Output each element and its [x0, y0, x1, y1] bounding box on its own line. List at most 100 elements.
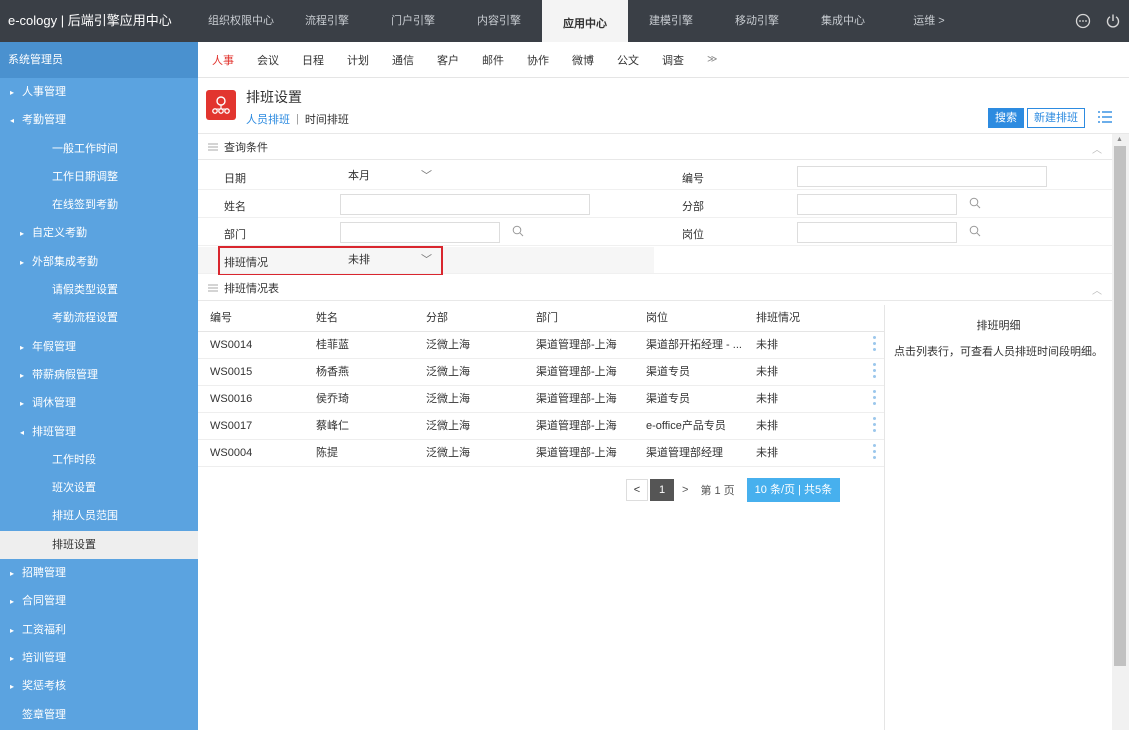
subnav-tab[interactable]: 邮件 — [482, 52, 504, 68]
sidebar-item[interactable]: 排班人员范围 — [0, 502, 198, 530]
top-nav-tab[interactable]: 应用中心 — [542, 0, 628, 42]
sidebar-item[interactable]: 排班设置 — [0, 530, 198, 560]
top-nav-tab[interactable]: 门户引擎 — [370, 0, 456, 42]
app-brand: e-cology | 后端引擎应用中心 — [0, 0, 198, 42]
sidebar-item-label: 外部集成考勤 — [32, 255, 98, 268]
column-header[interactable]: 编号 — [198, 305, 308, 331]
sidebar-item[interactable]: 请假类型设置 — [0, 276, 198, 304]
table-row[interactable]: WS0014 桂菲蓝 泛微上海 渠道管理部-上海 渠道部开拓经理 - ... 未排 — [198, 332, 884, 359]
page-scrollbar[interactable]: ▲ — [1112, 134, 1129, 730]
subnav-tab[interactable]: 公文 — [617, 52, 639, 68]
dept-search-icon[interactable] — [512, 225, 524, 237]
subnav-tab[interactable]: 通信 — [392, 52, 414, 68]
subnav-tab[interactable]: 会议 — [257, 52, 279, 68]
row-menu-icon[interactable] — [873, 444, 876, 464]
name-input[interactable] — [340, 194, 590, 215]
subnav-tab[interactable]: 微博 — [572, 52, 594, 68]
sidebar-item[interactable]: 班次设置 — [0, 474, 198, 502]
top-nav-tab[interactable]: 建模引擎 — [628, 0, 714, 42]
sidebar-item[interactable]: ▸ 带薪病假管理 — [0, 361, 198, 389]
section-lines-icon — [208, 284, 218, 291]
row-menu-icon[interactable] — [873, 336, 876, 356]
top-nav-tab[interactable]: 集成中心 — [800, 0, 886, 42]
dept-input[interactable] — [340, 222, 500, 243]
top-nav-tab[interactable]: 流程引擎 — [284, 0, 370, 42]
sidebar-item[interactable]: 工作日期调整 — [0, 163, 198, 191]
branch-search-icon[interactable] — [969, 197, 981, 209]
sidebar-item[interactable]: 签章管理 — [0, 701, 198, 729]
row-menu-icon[interactable] — [873, 363, 876, 383]
top-nav-tab[interactable]: 移动引擎 — [714, 0, 800, 42]
row-actions — [844, 359, 884, 385]
row-menu-icon[interactable] — [873, 417, 876, 437]
sidebar-item[interactable]: ▸ 调休管理 — [0, 389, 198, 417]
row-menu-icon[interactable] — [873, 390, 876, 410]
subnav-tab[interactable]: 人事 — [212, 52, 234, 68]
table-cell: WS0015 — [210, 366, 253, 378]
sidebar-item[interactable]: 在线签到考勤 — [0, 191, 198, 219]
sidebar-item[interactable]: ▸ 人事管理 — [0, 78, 198, 106]
sidebar-item[interactable]: ▸ 合同管理 — [0, 587, 198, 615]
table-row[interactable]: WS0004 陈提 泛微上海 渠道管理部-上海 渠道管理部经理 未排 — [198, 440, 884, 467]
sidebar-item[interactable]: ▸ 招聘管理 — [0, 559, 198, 587]
sidebar-item[interactable]: 一般工作时间 — [0, 135, 198, 163]
table-cell: 未排 — [756, 420, 778, 432]
number-input[interactable] — [797, 166, 1047, 187]
column-header[interactable]: 姓名 — [308, 305, 418, 331]
sidebar-item[interactable]: 考勤流程设置 — [0, 304, 198, 332]
page-size-select[interactable]: 10 条/页 | 共5条 — [746, 478, 841, 502]
sidebar-item[interactable]: ▸ 培训管理 — [0, 644, 198, 672]
subnav-tab[interactable]: 日程 — [302, 52, 324, 68]
column-header[interactable]: 排班情况 — [744, 305, 844, 331]
more-options-icon[interactable] — [1075, 13, 1091, 29]
sidebar-item-label: 招聘管理 — [22, 567, 66, 580]
sidebar-item[interactable]: ▸ 工资福利 — [0, 616, 198, 644]
scroll-up-icon[interactable]: ▲ — [1116, 136, 1123, 143]
new-schedule-button[interactable]: 新建排班 — [1027, 108, 1085, 128]
more-tabs-icon[interactable]: ≫ — [707, 54, 717, 65]
collapse-table-icon[interactable]: ︿ — [1092, 282, 1102, 297]
prev-page-button[interactable]: < — [626, 479, 648, 501]
list-menu-icon[interactable] — [1097, 109, 1113, 125]
collapse-query-icon[interactable]: ︿ — [1092, 141, 1102, 156]
sidebar-item[interactable]: ▸ 年假管理 — [0, 333, 198, 361]
sidebar-item[interactable]: ▸ 自定义考勤 — [0, 219, 198, 247]
table-row[interactable]: WS0015 杨香燕 泛微上海 渠道管理部-上海 渠道专员 未排 — [198, 359, 884, 386]
search-button[interactable]: 搜索 — [988, 108, 1024, 128]
scrollbar-thumb[interactable] — [1114, 146, 1126, 666]
sidebar-item[interactable]: ◂ 排班管理 — [0, 418, 198, 446]
subnav-tab[interactable]: 客户 — [437, 52, 459, 68]
top-nav-tab[interactable]: 组织权限中心 — [198, 0, 284, 42]
sidebar-item[interactable]: ◂ 考勤管理 — [0, 106, 198, 134]
next-page-button[interactable]: > — [682, 484, 688, 496]
post-input[interactable] — [797, 222, 957, 243]
sidebar-item-label: 一般工作时间 — [52, 142, 118, 155]
column-header[interactable]: 岗位 — [636, 305, 744, 331]
top-nav-tab[interactable]: 内容引擎 — [456, 0, 542, 42]
current-page-button[interactable]: 1 — [650, 479, 674, 501]
table-row[interactable]: WS0016 侯乔琦 泛微上海 渠道管理部-上海 渠道专员 未排 — [198, 386, 884, 413]
column-header[interactable]: 部门 — [526, 305, 636, 331]
table-cell: e-office产品专员 — [646, 420, 726, 432]
sidebar-item-label: 工作时段 — [52, 453, 96, 466]
table-section-header: 排班情况表 ︿ — [198, 275, 1112, 301]
date-select[interactable]: 本月 ﹀ — [340, 166, 440, 187]
expanded-arrow-icon: ◂ — [10, 116, 15, 126]
column-header[interactable]: 分部 — [418, 305, 526, 331]
subnav-tab[interactable]: 协作 — [527, 52, 549, 68]
top-nav-tab[interactable]: 运维 > — [886, 0, 972, 42]
row-actions — [844, 386, 884, 412]
collapsed-arrow-icon: ▸ — [10, 88, 15, 97]
post-search-icon[interactable] — [969, 225, 981, 237]
subnav-tab[interactable]: 计划 — [347, 52, 369, 68]
tab-staff-schedule[interactable]: 人员排班 — [246, 111, 290, 127]
tab-time-schedule[interactable]: 时间排班 — [305, 111, 349, 127]
power-icon[interactable] — [1105, 13, 1121, 29]
branch-input[interactable] — [797, 194, 957, 215]
subnav-tab[interactable]: 调查 — [662, 52, 684, 68]
highlight-box — [218, 246, 443, 276]
sidebar-item[interactable]: ▸ 外部集成考勤 — [0, 248, 198, 276]
sidebar-item[interactable]: ▸ 奖惩考核 — [0, 672, 198, 700]
table-row[interactable]: WS0017 蔡峰仁 泛微上海 渠道管理部-上海 e-office产品专员 未排 — [198, 413, 884, 440]
sidebar-item[interactable]: 工作时段 — [0, 446, 198, 474]
